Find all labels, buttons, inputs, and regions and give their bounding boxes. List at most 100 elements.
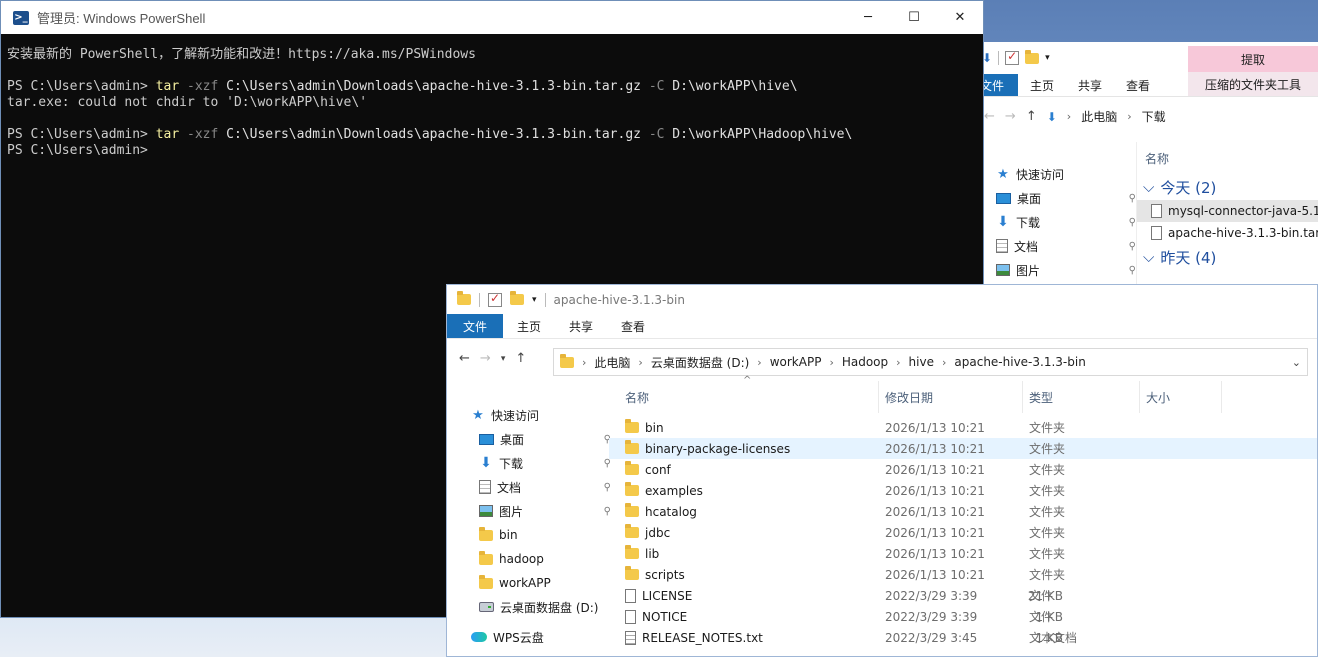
nav-item[interactable]: 桌面 ⚲ (996, 186, 1136, 210)
breadcrumb-item[interactable]: 此电脑 (594, 354, 630, 371)
customize-qat-icon[interactable]: ▾ (1045, 53, 1050, 63)
tab-compressed-folder-tools[interactable]: 压缩的文件夹工具 (1188, 72, 1318, 96)
nav-item[interactable]: WPS云盘 (471, 625, 611, 649)
pin-icon[interactable]: ⚲ (1129, 265, 1136, 276)
desktop-icon (479, 433, 494, 445)
command-parameter: -C (648, 127, 665, 142)
table-row[interactable]: hcatalog 2026/1/13 10:21 文件夹 (609, 501, 1317, 522)
column-header-name[interactable]: 名称 (619, 381, 879, 413)
pictures-icon (996, 264, 1010, 276)
title-bar[interactable]: ▾ apache-hive-3.1.3-bin (447, 285, 1317, 314)
table-row[interactable]: jdbc 2026/1/13 10:21 文件夹 (609, 522, 1317, 543)
tab-file[interactable]: 文件 (447, 314, 504, 338)
tab-home[interactable]: 主页 (1018, 74, 1066, 96)
nav-item-label: 下载 (1016, 215, 1041, 230)
nav-item[interactable]: 文档 ⚲ (996, 234, 1136, 258)
tab-share[interactable]: 共享 (555, 314, 607, 338)
breadcrumb: › 此电脑 › 云桌面数据盘 (D:) › workAPP › Hadoop › hive › apa… (582, 354, 1086, 371)
breadcrumb-this-pc[interactable]: 此电脑 (1081, 108, 1117, 125)
breadcrumb-item[interactable]: Hadoop (842, 355, 888, 369)
up-arrow-icon[interactable]: ↑ (515, 351, 526, 366)
breadcrumb-item[interactable]: 云桌面数据盘 (D:) (651, 354, 749, 371)
file-row[interactable]: mysql-connector-java-5.1. (1137, 200, 1318, 222)
file-type: 文件夹 (1029, 526, 1066, 540)
console-output[interactable]: 安装最新的 PowerShell，了解新功能和改进！https://aka.ms… (1, 34, 983, 172)
group-header[interactable]: ⌵ 今天 (2) (1137, 174, 1318, 200)
file-name-cell: NOTICE (625, 606, 687, 627)
pin-icon[interactable]: ⚲ (1129, 217, 1136, 228)
folder-icon (479, 526, 493, 541)
table-row[interactable]: RELEASE_NOTES.txt 2022/3/29 3:45 文本文档 1 KB (609, 627, 1317, 648)
window-controls: ─ ☐ ✕ (845, 1, 983, 34)
tab-view[interactable]: 查看 (607, 314, 659, 338)
file-type: 文件夹 (1029, 421, 1066, 435)
table-row[interactable]: conf 2026/1/13 10:21 文件夹 (609, 459, 1317, 480)
tab-view[interactable]: 查看 (1114, 74, 1162, 96)
close-button[interactable]: ✕ (937, 1, 983, 34)
breadcrumb-item[interactable]: hive (909, 355, 934, 369)
up-arrow-icon[interactable]: ↑ (1026, 109, 1037, 124)
nav-item[interactable]: 图片 ⚲ (996, 258, 1136, 282)
pin-icon[interactable]: ⚲ (1129, 193, 1136, 204)
nav-item[interactable]: workAPP (479, 571, 611, 595)
file-list: ^ 名称 修改日期 类型 大小 bin 2026/1/13 10:21 文件夹 bin… (609, 375, 1317, 656)
nav-item[interactable]: bin (479, 523, 611, 547)
customize-qat-icon[interactable]: ▾ (532, 295, 537, 305)
file-row[interactable]: apache-hive-3.1.3-bin.tar.g (1137, 222, 1318, 244)
nav-item[interactable]: 文档 ⚲ (479, 475, 611, 499)
tab-home[interactable]: 主页 (503, 314, 555, 338)
nav-item[interactable]: 桌面 ⚲ (479, 427, 611, 451)
console-line: tar.exe: could not chdir to 'D:\workAPP\… (7, 95, 368, 110)
breadcrumb-separator: › (638, 355, 643, 369)
nav-item[interactable]: hadoop (479, 547, 611, 571)
column-header-name[interactable]: 名称 (1137, 142, 1318, 174)
properties-icon[interactable] (488, 291, 502, 307)
breadcrumb-item[interactable]: workAPP (770, 355, 822, 369)
nav-item[interactable]: ⬇ 下载 ⚲ (479, 451, 611, 475)
title-bar[interactable]: >_ 管理员: Windows PowerShell ─ ☐ ✕ (1, 1, 983, 34)
breadcrumb-item[interactable]: apache-hive-3.1.3-bin (954, 355, 1085, 369)
table-row[interactable]: lib 2026/1/13 10:21 文件夹 (609, 543, 1317, 564)
folder-icon (479, 550, 493, 565)
table-row[interactable]: examples 2026/1/13 10:21 文件夹 (609, 480, 1317, 501)
chevron-down-icon: ⌵ (1143, 178, 1155, 196)
tab-share[interactable]: 共享 (1066, 74, 1114, 96)
nav-item[interactable]: 云桌面数据盘 (D:) (479, 595, 611, 619)
minimize-button[interactable]: ─ (845, 1, 891, 34)
recent-locations-icon[interactable]: ▾ (501, 354, 506, 364)
column-header-type[interactable]: 类型 (1023, 381, 1140, 413)
column-header-date[interactable]: 修改日期 (879, 381, 1023, 413)
breadcrumb-downloads[interactable]: 下载 (1142, 108, 1166, 125)
nav-item[interactable]: ⬇ 下载 ⚲ (996, 210, 1136, 234)
table-row[interactable]: scripts 2026/1/13 10:21 文件夹 (609, 564, 1317, 585)
back-arrow-icon[interactable]: ← (459, 351, 470, 366)
properties-icon[interactable] (1005, 49, 1020, 65)
new-folder-icon[interactable] (510, 291, 524, 305)
address-bar[interactable]: › 此电脑 › 云桌面数据盘 (D:) › workAPP › Hadoop › hive › apa… (553, 348, 1308, 376)
table-row[interactable]: binary-package-licenses 2026/1/13 10:21 文件… (609, 438, 1317, 459)
table-row[interactable]: NOTICE 2022/3/29 3:39 文件 1 KB (609, 606, 1317, 627)
nav-item[interactable]: 图片 ⚲ (479, 499, 611, 523)
forward-arrow-icon[interactable]: → (480, 351, 491, 366)
address-dropdown-icon[interactable]: ⌄ (1292, 356, 1301, 369)
new-folder-icon[interactable] (1025, 49, 1040, 64)
table-row[interactable]: bin 2026/1/13 10:21 文件夹 (609, 417, 1317, 438)
nav-item[interactable]: ★ 快速访问 (471, 403, 611, 427)
table-row[interactable]: LICENSE 2022/3/29 3:39 文件 21 KB (609, 585, 1317, 606)
back-arrow-icon[interactable]: ← (984, 109, 995, 124)
pin-icon[interactable]: ⚲ (1129, 241, 1136, 252)
maximize-button[interactable]: ☐ (891, 1, 937, 34)
nav-item-label: 桌面 (500, 432, 525, 447)
group-header[interactable]: ⌵ 昨天 (4) (1137, 244, 1318, 270)
nav-item[interactable]: ★ 快速访问 (996, 162, 1136, 186)
file-type: 文件夹 (1029, 442, 1066, 456)
file-list: 名称 ⌵ 今天 (2) mysql-connector-java-5.1. apach… (1136, 142, 1318, 292)
forward-arrow-icon[interactable]: → (1005, 109, 1016, 124)
file-icon (625, 588, 636, 603)
column-header-size[interactable]: 大小 (1140, 381, 1222, 413)
navigation-pane: ★ 快速访问 桌面 ⚲ ⬇ 下载 ⚲ 文档 ⚲ 图片 ⚲ bin hadoop workAPP 云桌面数据盘… (471, 403, 611, 649)
console-line: PS C:\Users\admin> tar -xzf C:\Users\adm… (7, 79, 977, 95)
desktop-icon (996, 192, 1011, 204)
command-parameter: -xzf (179, 127, 227, 142)
